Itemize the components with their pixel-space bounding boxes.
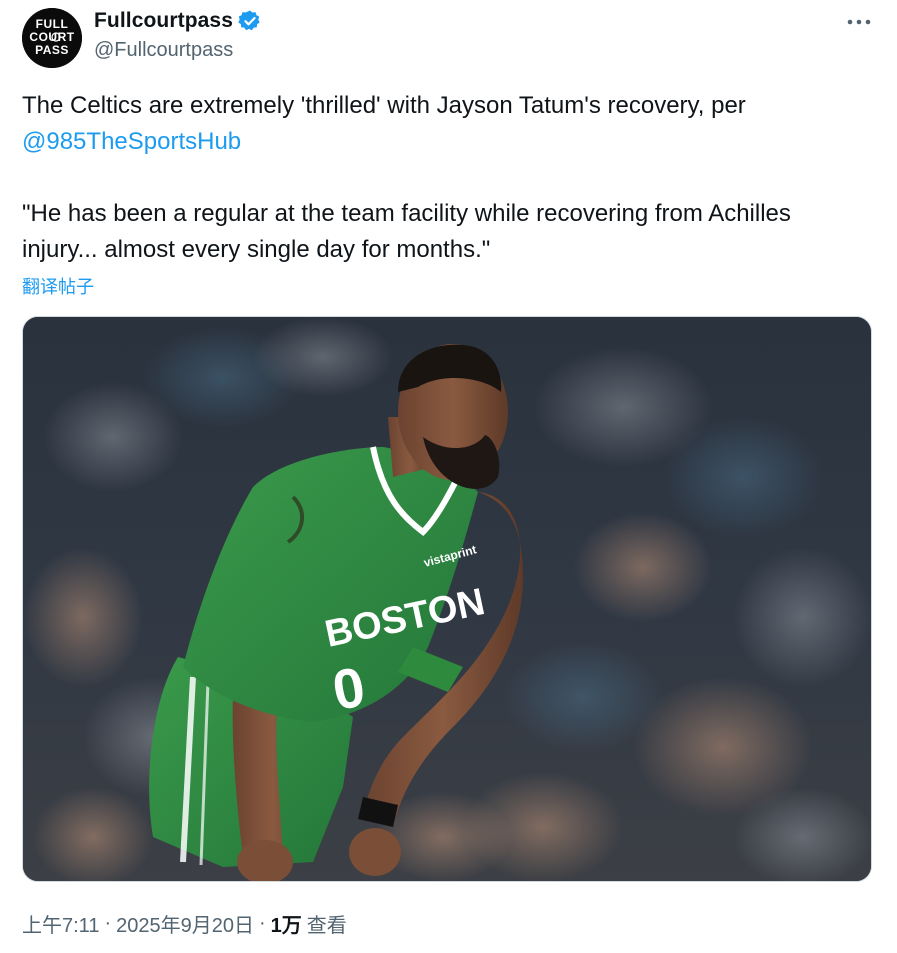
tweet-line-1: The Celtics are extremely 'thrilled' wit… [22, 92, 746, 119]
author-handle[interactable]: @Fullcourtpass [94, 39, 233, 62]
tweet-quote: "He has been a regular at the team facil… [22, 200, 791, 263]
tweet-photo[interactable]: BOSTON 0 vistaprint [22, 316, 872, 882]
meta-separator: · [104, 912, 112, 934]
tweet-date[interactable]: 2025年9月20日 [116, 909, 254, 938]
tweet-text: The Celtics are extremely 'thrilled' wit… [22, 88, 872, 268]
mention-link[interactable]: @985TheSportsHub [22, 128, 241, 155]
author-name-row[interactable]: Fullcourtpass [94, 8, 262, 34]
views-label: 查看 [306, 915, 347, 937]
views-count: 1万 [270, 915, 302, 937]
tweet-meta: 上午7:11 · 2025年9月20日 · 1万 查看 [22, 909, 347, 938]
meta-separator: · [259, 912, 266, 934]
tweet-card: FULL COURT PASS Fullcourtpass @Fullcourt… [0, 0, 897, 953]
more-options-button[interactable] [845, 12, 873, 32]
tweet-time[interactable]: 上午7:11 [22, 909, 99, 938]
photo-image: BOSTON 0 vistaprint [23, 317, 871, 881]
verified-badge-icon [238, 9, 262, 33]
svg-text:PASS: PASS [35, 43, 69, 57]
svg-text:FULL: FULL [36, 17, 69, 31]
tweet-paragraph-1: The Celtics are extremely 'thrilled' wit… [22, 88, 872, 160]
display-name[interactable]: Fullcourtpass [94, 9, 233, 33]
fullcourtpass-logo: FULL COURT PASS [22, 8, 82, 68]
translate-post-link[interactable]: 翻译帖子 [22, 273, 94, 299]
ellipsis-icon [847, 19, 871, 25]
avatar[interactable]: FULL COURT PASS [22, 8, 82, 68]
